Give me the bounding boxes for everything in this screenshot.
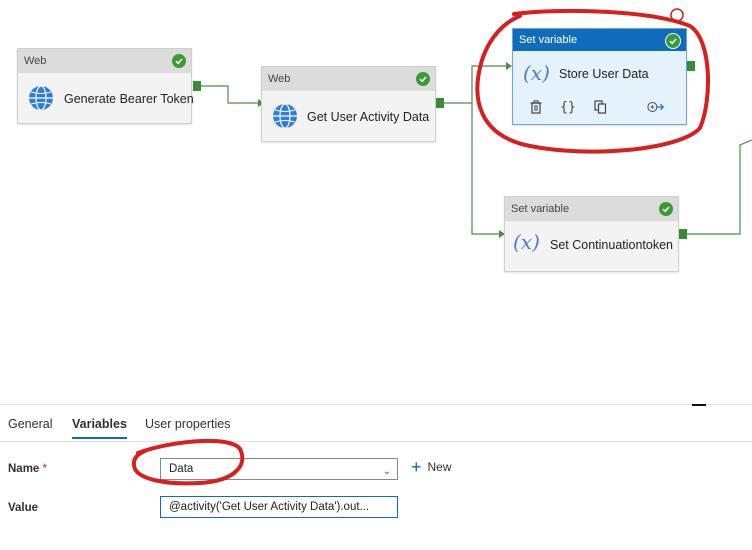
tab-general[interactable]: General	[8, 417, 52, 431]
variable-icon: (x)	[523, 61, 550, 85]
connector-activity-store	[444, 65, 508, 104]
name-label: Name *	[8, 463, 48, 475]
globe-icon	[29, 85, 53, 111]
success-check-icon	[172, 54, 186, 68]
connector-bearer-activity	[201, 85, 258, 104]
node-title: Store User Data	[559, 67, 649, 81]
connector-activity-continuation	[471, 103, 500, 235]
node-title: Get User Activity Data	[307, 110, 430, 124]
plus-icon: +	[411, 457, 422, 477]
connector-continuation-out	[687, 139, 752, 235]
activity-node-store-user-data[interactable]: Set variable (x) Store User Data {}	[512, 28, 687, 125]
node-title: Set Continuationtoken	[550, 238, 674, 252]
tab-variables[interactable]: Variables	[72, 417, 127, 439]
variable-icon: (x)	[513, 230, 540, 254]
node-toolbar: {}	[527, 98, 665, 116]
activity-node-set-continuationtoken[interactable]: Set variable (x) Set Continuationtoken	[504, 196, 679, 272]
delete-icon[interactable]	[527, 98, 545, 116]
tab-user-properties[interactable]: User properties	[145, 417, 230, 431]
new-variable-label: New	[427, 460, 452, 474]
properties-panel: General Variables User properties Name *…	[0, 404, 752, 550]
value-expression-field[interactable]: @activity('Get User Activity Data').out.…	[160, 496, 398, 518]
variable-name-select[interactable]: Data ⌄	[160, 458, 398, 480]
success-check-icon	[416, 72, 430, 86]
pipeline-canvas[interactable]: Web Generate Bearer Token Web Get User A…	[0, 0, 752, 404]
copy-icon[interactable]	[591, 98, 609, 116]
node-type-label: Web	[262, 67, 435, 91]
properties-tabs: General Variables User properties	[0, 405, 752, 442]
node-type-label: Set variable	[513, 29, 686, 51]
globe-icon	[273, 103, 297, 129]
output-port[interactable]	[687, 61, 695, 71]
value-label: Value	[8, 502, 39, 514]
activity-node-get-user-activity-data[interactable]: Web Get User Activity Data	[261, 66, 436, 142]
required-marker: *	[42, 463, 48, 475]
output-port[interactable]	[679, 229, 687, 239]
output-port[interactable]	[436, 98, 444, 108]
chevron-down-icon: ⌄	[382, 466, 391, 477]
value-expression-text: @activity('Get User Activity Data').out.…	[169, 501, 370, 513]
activity-node-generate-bearer-token[interactable]: Web Generate Bearer Token	[17, 48, 194, 124]
success-check-icon	[665, 33, 681, 49]
success-check-icon	[659, 202, 673, 216]
add-output-icon[interactable]	[647, 98, 665, 116]
code-icon[interactable]: {}	[559, 98, 577, 116]
node-type-label: Web	[18, 49, 191, 73]
node-type-label: Set variable	[505, 197, 678, 221]
output-port[interactable]	[193, 81, 201, 91]
node-title: Generate Bearer Token	[64, 92, 194, 106]
variable-name-value: Data	[169, 463, 194, 475]
new-variable-button[interactable]: + New	[411, 457, 452, 477]
